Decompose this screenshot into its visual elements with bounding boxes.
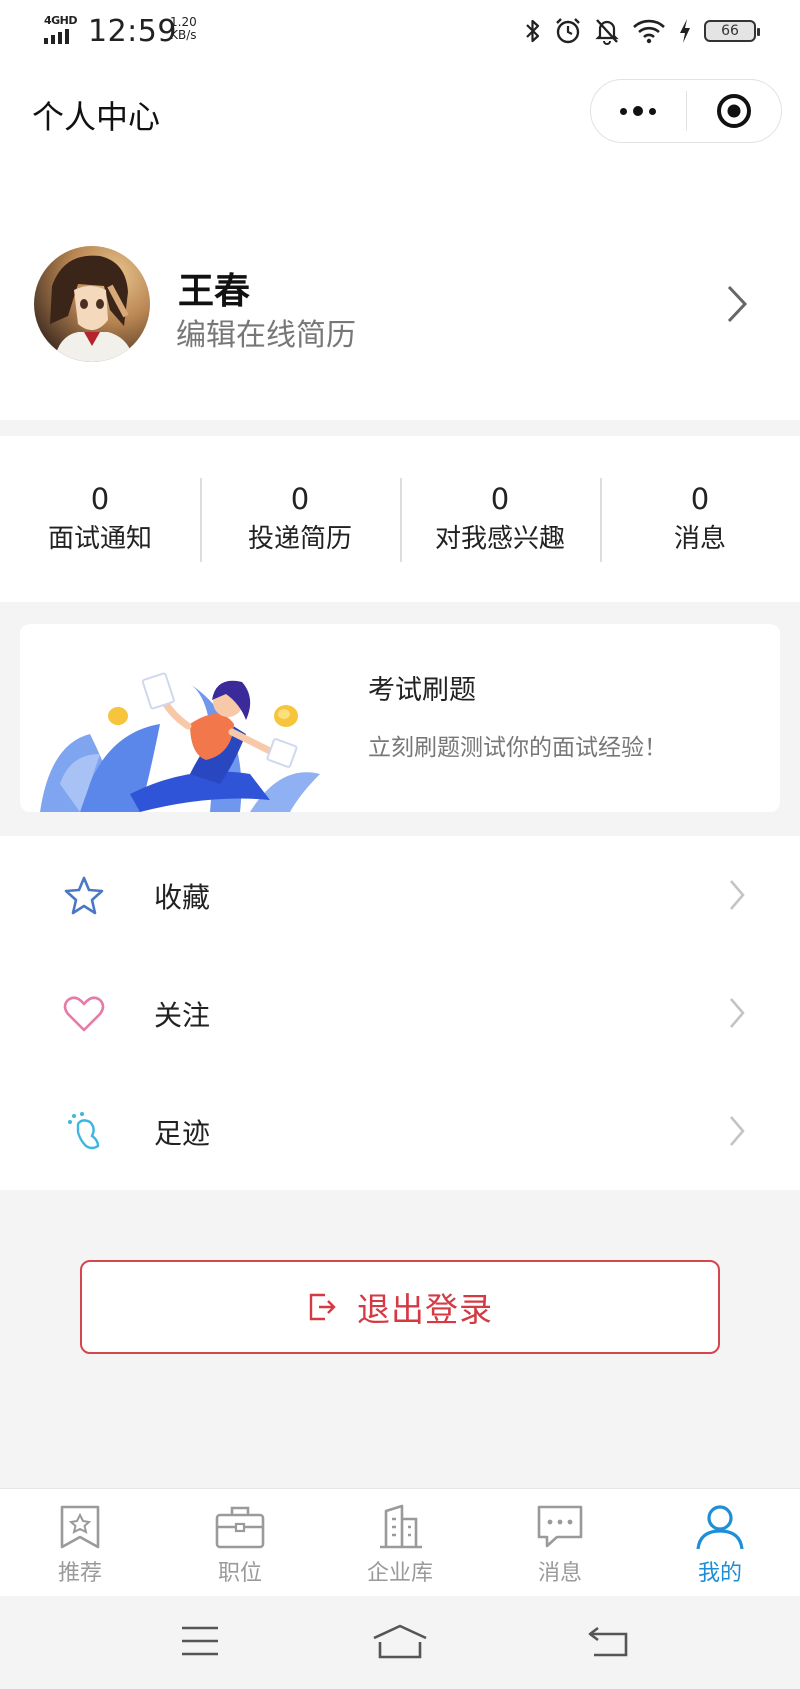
clock: 12:59 (88, 14, 177, 49)
tab-label: 职位 (217, 1561, 262, 1586)
avatar-image (34, 246, 150, 362)
banner-illustration (40, 672, 320, 812)
chevron-right-icon (730, 1116, 745, 1146)
footprint-icon (68, 1112, 100, 1150)
menu-item-favorites[interactable]: 收藏 (0, 836, 800, 954)
mute-icon (595, 19, 619, 45)
logout-button[interactable]: 退出登录 (80, 1260, 720, 1354)
menu-label: 足迹 (154, 1117, 211, 1150)
tab-label: 消息 (537, 1561, 582, 1586)
building-icon (380, 1504, 422, 1549)
network-speed: 1.20 KB/s (170, 16, 197, 42)
tab-messages[interactable]: 消息 (480, 1489, 640, 1596)
stat-value: 0 (490, 482, 510, 516)
exam-practice-banner[interactable]: 考试刷题 立刻刷题测试你的面试经验！ (20, 624, 780, 812)
close-miniprogram-button[interactable] (687, 80, 782, 142)
tab-label: 我的 (697, 1561, 742, 1586)
back-icon[interactable] (588, 1624, 630, 1658)
stat-label: 投递简历 (247, 524, 352, 554)
stat-interview-notice[interactable]: 0 面试通知 (0, 436, 200, 602)
user-icon (696, 1505, 744, 1550)
home-icon[interactable] (372, 1624, 428, 1660)
banner-description: 立刻刷题测试你的面试经验！ (368, 735, 667, 761)
heart-icon (63, 996, 105, 1032)
avatar[interactable] (34, 246, 150, 362)
stat-value: 0 (690, 482, 710, 516)
alarm-icon (556, 18, 580, 44)
tab-label: 推荐 (57, 1561, 102, 1586)
miniprogram-capsule (590, 79, 782, 143)
tab-jobs[interactable]: 职位 (160, 1489, 320, 1596)
edit-resume-link[interactable]: 编辑在线简历 (176, 310, 356, 354)
tab-label: 企业库 (366, 1561, 433, 1586)
battery-level: 66 (721, 23, 739, 39)
bottom-tab-bar: 推荐 职位 企业库 消息 我的 (0, 1488, 800, 1596)
chevron-right-icon (730, 880, 745, 910)
system-navigation-bar (0, 1596, 800, 1689)
logout-label: 退出登录 (357, 1290, 493, 1329)
nav-header: 个人中心 (0, 62, 800, 162)
target-icon (716, 94, 751, 128)
stat-label: 对我感兴趣 (434, 524, 565, 554)
speed-unit: KB/s (170, 28, 197, 42)
briefcase-icon (215, 1506, 265, 1549)
logout-icon (309, 1293, 336, 1321)
stat-label: 消息 (673, 524, 726, 554)
menu-label: 关注 (154, 999, 211, 1032)
status-bar: 4GHD 12:59 1.20 KB/s 66 (0, 0, 800, 62)
menu-list: 收藏 关注 足迹 (0, 836, 800, 1190)
recommend-icon (60, 1505, 100, 1549)
signal-icon (44, 29, 69, 44)
network-indicator: 4GHD (44, 14, 80, 44)
tab-mine[interactable]: 我的 (640, 1489, 800, 1596)
stat-label: 面试通知 (47, 524, 152, 554)
user-name: 王春 (178, 271, 251, 312)
star-icon (64, 876, 104, 915)
message-icon (537, 1505, 583, 1548)
stat-messages[interactable]: 0 消息 (600, 436, 800, 602)
page-title: 个人中心 (32, 98, 161, 136)
stats-bar: 0 面试通知 0 投递简历 0 对我感兴趣 0 消息 (0, 436, 800, 602)
menu-item-following[interactable]: 关注 (0, 954, 800, 1072)
menu-label: 收藏 (154, 881, 211, 914)
stat-value: 0 (290, 482, 310, 516)
more-dots-icon (620, 106, 657, 116)
profile-card[interactable]: 王春 编辑在线简历 (0, 162, 800, 420)
bluetooth-icon (526, 19, 540, 43)
status-icons: 66 (524, 14, 760, 48)
tab-companies[interactable]: 企业库 (320, 1489, 480, 1596)
wifi-icon (633, 19, 665, 44)
chevron-right-icon (730, 998, 745, 1028)
stat-interested-in-me[interactable]: 0 对我感兴趣 (400, 436, 600, 602)
banner-title: 考试刷题 (368, 675, 476, 706)
menu-icon[interactable] (180, 1624, 220, 1658)
more-button[interactable] (591, 80, 686, 142)
battery-icon: 66 (704, 20, 760, 42)
menu-item-footprint[interactable]: 足迹 (0, 1072, 800, 1190)
stat-submitted-resumes[interactable]: 0 投递简历 (200, 436, 400, 602)
stat-value: 0 (90, 482, 110, 516)
network-type: 4GHD (44, 14, 78, 27)
charging-icon (680, 19, 690, 43)
chevron-right-icon (727, 285, 748, 323)
tab-recommend[interactable]: 推荐 (0, 1489, 160, 1596)
